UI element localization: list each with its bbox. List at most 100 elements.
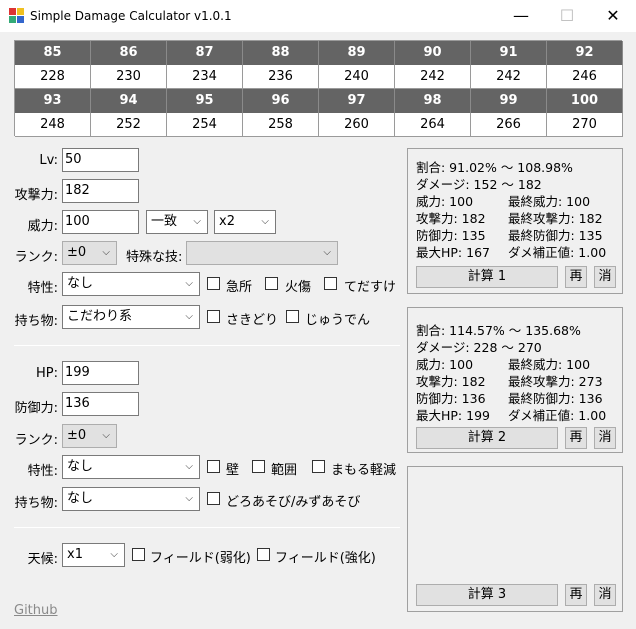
value-cell: 270 [547,113,623,137]
level-cell: 100 [547,89,623,113]
level-cell: 92 [547,41,623,65]
defense-input[interactable]: 136 [62,392,139,416]
special-move-select[interactable]: ⌵ [186,241,338,265]
redo-2-button[interactable]: 再 [565,427,587,449]
level-table: 85 86 87 88 89 90 91 92 228 230 234 236 … [14,40,623,137]
sport-checkbox[interactable] [207,492,220,505]
attacker-ability-select[interactable]: なし ⌵ [62,272,200,296]
wall-checkbox[interactable] [207,460,220,473]
value-cell: 248 [15,113,91,137]
level-cell: 91 [471,41,547,65]
helping-hand-checkbox[interactable] [324,277,337,290]
attack-label: 攻撃力: [14,188,58,203]
ability-label: 特性: [27,281,58,296]
lv-input[interactable]: 50 [62,148,139,172]
defense-rank-value: ±0 [67,428,87,443]
chevron-down-icon: ⌵ [102,430,110,441]
field-strong-checkbox[interactable] [257,548,270,561]
weather-label: 天候: [27,552,58,567]
critical-checkbox[interactable] [207,277,220,290]
rank-label: ランク: [14,250,58,265]
level-cell: 90 [395,41,471,65]
value-cell: 260 [319,113,395,137]
protect-reduction-checkbox[interactable] [312,460,325,473]
burn-checkbox[interactable] [265,277,278,290]
result-panel-1: 割合: 91.02% ～ 108.98% ダメージ: 152 ～ 182 威力:… [407,148,623,294]
hp-input[interactable]: 199 [62,361,139,385]
value-cell: 240 [319,65,395,89]
burn-label: 火傷 [285,280,312,295]
charge-checkbox[interactable] [286,310,299,323]
defense-label: 防御力: [14,401,58,416]
result-panel-2: 割合: 114.57% ～ 135.68% ダメージ: 228 ～ 270 威力… [407,307,623,453]
level-cell: 99 [471,89,547,113]
me-first-checkbox[interactable] [207,310,220,323]
value-cell: 228 [15,65,91,89]
minimize-button[interactable]: — [498,0,544,32]
level-cell: 98 [395,89,471,113]
defender-item-select[interactable]: なし ⌵ [62,487,200,511]
attacker-ability-value: なし [67,276,94,291]
stab-select[interactable]: 一致 ⌵ [146,210,208,234]
value-cell: 234 [167,65,243,89]
chevron-down-icon: ⌵ [110,549,118,560]
level-cell: 88 [243,41,319,65]
redo-3-button[interactable]: 再 [565,584,587,606]
maximize-button[interactable]: ☐ [544,0,590,32]
attack-rank-select[interactable]: ±0 ⌵ [62,241,117,265]
close-button[interactable]: ✕ [590,0,636,32]
divider [14,345,400,346]
chevron-down-icon: ⌵ [185,493,193,504]
result-panel-3: 計算 3 再 消 [407,466,623,612]
defense-rank-select[interactable]: ±0 ⌵ [62,424,117,448]
calc-1-button[interactable]: 計算 1 [416,266,558,288]
chevron-down-icon: ⌵ [102,247,110,258]
power-input[interactable]: 100 [62,210,139,234]
calc-3-button[interactable]: 計算 3 [416,584,558,606]
value-cell: 242 [471,65,547,89]
app-icon [9,8,24,23]
defender-ability-value: なし [67,459,94,474]
attacker-item-select[interactable]: こだわり系 ⌵ [62,305,200,329]
clear-3-button[interactable]: 消 [594,584,616,606]
multiplier-select[interactable]: x2 ⌵ [214,210,276,234]
redo-1-button[interactable]: 再 [565,266,587,288]
damage-modifier-text: ダメ補正値: 1.00 [508,408,607,423]
title-bar: Simple Damage Calculator v1.0.1 — ☐ ✕ [0,0,636,32]
defender-item-value: なし [67,491,94,506]
protect-reduction-label: まもる軽減 [331,463,397,478]
weather-select[interactable]: x1 ⌵ [62,543,125,567]
divider [14,527,400,528]
item-label: 持ち物: [14,496,58,511]
chevron-down-icon: ⌵ [185,461,193,472]
value-cell: 230 [91,65,167,89]
value-cell: 252 [91,113,167,137]
damage-modifier-text: ダメ補正値: 1.00 [508,245,607,260]
value-cell: 242 [395,65,471,89]
chevron-down-icon: ⌵ [323,247,331,258]
chevron-down-icon: ⌵ [185,278,193,289]
value-cell: 254 [167,113,243,137]
field-weak-checkbox[interactable] [132,548,145,561]
weather-value: x1 [67,547,83,562]
clear-1-button[interactable]: 消 [594,266,616,288]
level-cell: 86 [91,41,167,65]
item-label: 持ち物: [14,314,58,329]
special-move-label: 特殊な技: [126,250,183,265]
field-strong-label: フィールド(強化) [275,551,376,566]
sport-label: どろあそび/みずあそび [226,495,361,510]
level-cell: 87 [167,41,243,65]
attack-rank-value: ±0 [67,245,87,260]
value-cell: 258 [243,113,319,137]
calc-2-button[interactable]: 計算 2 [416,427,558,449]
lv-label: Lv: [39,153,58,168]
attack-input[interactable]: 182 [62,179,139,203]
spread-checkbox[interactable] [252,460,265,473]
defender-ability-select[interactable]: なし ⌵ [62,455,200,479]
clear-2-button[interactable]: 消 [594,427,616,449]
max-hp-text: 最大HP: 199 [416,408,490,423]
chevron-down-icon: ⌵ [185,311,193,322]
rank-label: ランク: [14,433,58,448]
level-cell: 89 [319,41,395,65]
github-link[interactable]: Github [14,603,58,618]
